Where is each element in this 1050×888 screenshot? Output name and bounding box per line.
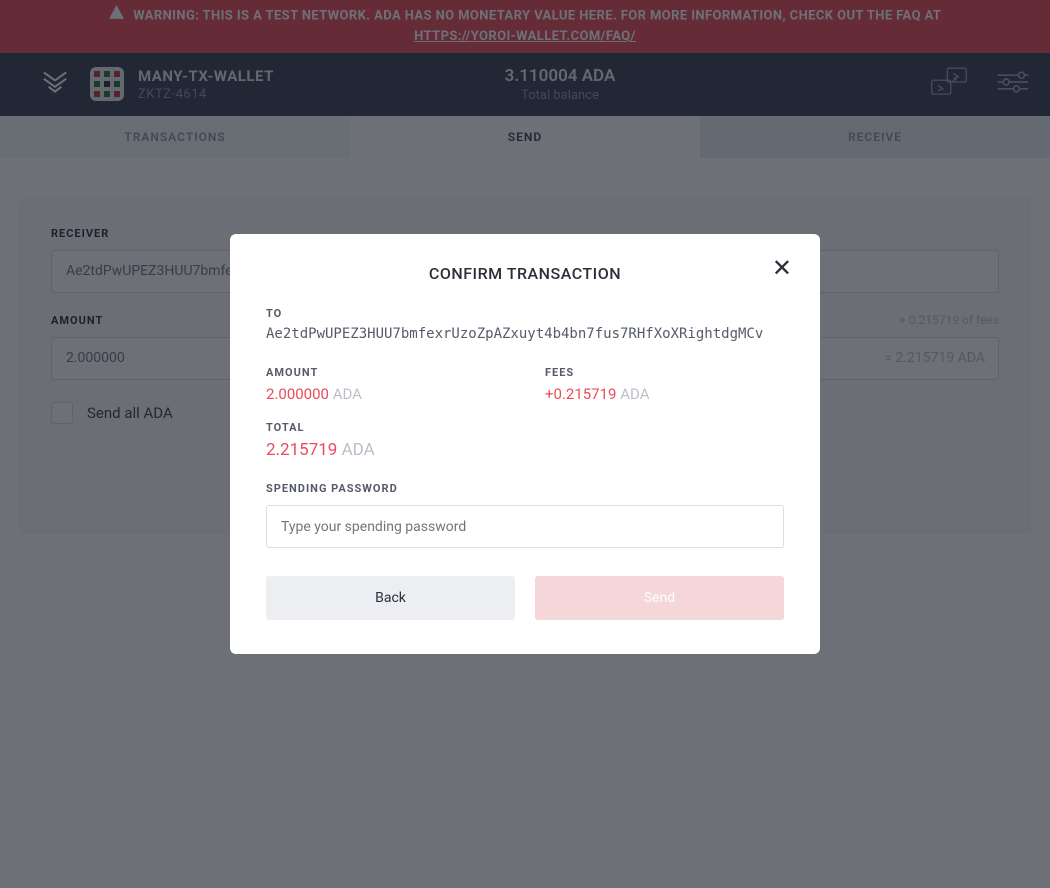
modal-overlay[interactable]: CONFIRM TRANSACTION ✕ TO Ae2tdPwUPEZ3HUU… [0,0,1050,888]
modal-fees-value: +0.215719 ADA [545,385,784,403]
modal-fees-unit: ADA [620,385,649,403]
modal-amount-number: 2.000000 [266,385,329,403]
modal-fees-label: FEES [545,366,784,379]
modal-total-unit: ADA [342,440,375,460]
modal-total-value: 2.215719 ADA [266,440,784,460]
close-icon[interactable]: ✕ [772,256,792,280]
spending-password-label: SPENDING PASSWORD [266,482,784,495]
modal-title: CONFIRM TRANSACTION [266,264,784,283]
modal-total-label: TOTAL [266,421,784,434]
modal-amount-label: AMOUNT [266,366,505,379]
modal-fees-number: +0.215719 [545,385,616,403]
back-button[interactable]: Back [266,576,515,620]
send-button[interactable]: Send [535,576,784,620]
confirm-transaction-modal: CONFIRM TRANSACTION ✕ TO Ae2tdPwUPEZ3HUU… [230,234,820,654]
modal-amount-unit: ADA [333,385,362,403]
spending-password-input[interactable] [266,505,784,548]
to-label: TO [266,307,784,320]
modal-total-number: 2.215719 [266,440,337,460]
modal-amount-value: 2.000000 ADA [266,385,505,403]
to-address: Ae2tdPwUPEZ3HUU7bmfexrUzoZpAZxuyt4b4bn7f… [266,326,784,342]
